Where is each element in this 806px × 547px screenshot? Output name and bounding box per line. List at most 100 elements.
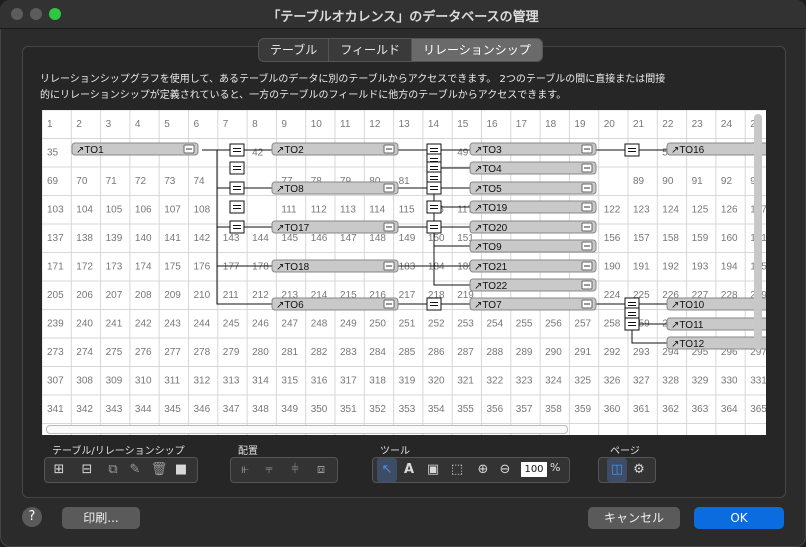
page-number: 42 (252, 148, 264, 159)
print-button[interactable]: 印刷... (62, 507, 140, 529)
page-number: 184 (428, 262, 445, 273)
page-number: 107 (164, 205, 181, 216)
page-number: 309 (106, 376, 123, 387)
page-number: 325 (574, 376, 591, 387)
page-number: 89 (633, 176, 645, 187)
page-number: 11 (340, 119, 351, 130)
page-number: 35 (47, 148, 59, 159)
page-number: 290 (545, 347, 562, 358)
page-number: 125 (692, 205, 709, 216)
page-number: 361 (633, 404, 650, 415)
table-occurrence-name: ↗TO4 (474, 164, 502, 175)
relationship-graph-canvas[interactable]: 1234567891011121314151617181920212223242… (42, 110, 766, 435)
edit-icon[interactable]: ✎ (125, 458, 145, 482)
pointer-tool-icon[interactable]: ↖ (377, 458, 397, 482)
tab-fields[interactable]: フィールド (329, 39, 413, 61)
page-number: 71 (106, 176, 118, 187)
ok-button[interactable]: OK (694, 507, 784, 529)
page-number: 81 (399, 176, 411, 187)
zoom-in-icon[interactable]: ⊕ (473, 458, 493, 482)
zoom-unit: % (550, 461, 561, 474)
help-button[interactable]: ? (22, 507, 42, 527)
relationship-connector (229, 161, 245, 175)
align-left-icon[interactable]: ⫦ (235, 458, 255, 482)
notes-tool-icon[interactable]: ▣ (423, 458, 443, 482)
select-table-icon[interactable]: ⬚ (447, 458, 467, 482)
description-line-1: リレーションシップグラフを使用して、あるテーブルのデータに別のテーブルからアクセ… (40, 74, 666, 85)
relationship-connector (426, 181, 442, 195)
page-number: 363 (692, 404, 709, 415)
page-number: 211 (223, 290, 239, 301)
page-number: 205 (47, 290, 64, 301)
table-occurrence-name: ↗TO6 (276, 300, 304, 311)
page-number: 90 (662, 176, 674, 187)
resize-icon[interactable]: ⧈ (311, 458, 331, 482)
page-number: 177 (223, 262, 240, 273)
page-number: 9 (281, 119, 287, 130)
page-number: 192 (662, 262, 679, 273)
page-number: 19 (574, 119, 586, 130)
page-number: 248 (311, 319, 328, 330)
page-number: 241 (106, 319, 123, 330)
relationship-connector (229, 181, 245, 195)
horizontal-scrollbar[interactable] (46, 425, 568, 434)
page-number: 171 (47, 262, 64, 273)
page-number: 175 (164, 262, 181, 273)
color-swatch-icon[interactable]: ■ (171, 458, 191, 482)
page-number: 323 (516, 376, 533, 387)
page-number: 148 (369, 233, 386, 244)
tab-bar: テーブル フィールド リレーションシップ (258, 38, 543, 62)
tab-tables[interactable]: テーブル (259, 39, 330, 61)
page-number: 364 (721, 404, 738, 415)
page-number: 256 (545, 319, 562, 330)
page-number: 352 (369, 404, 386, 415)
page-number: 280 (252, 347, 269, 358)
add-relationship-icon[interactable]: ⊟ (77, 458, 97, 482)
page-number: 10 (311, 119, 323, 130)
vertical-scrollbar[interactable] (754, 114, 762, 350)
page-number: 7 (223, 119, 229, 130)
page-number: 288 (487, 347, 504, 358)
page-number: 257 (574, 319, 591, 330)
add-table-icon[interactable]: ⊞ (49, 458, 69, 482)
relationship-connector (426, 297, 442, 311)
table-occurrence-name: ↗TO3 (474, 145, 502, 156)
page-number: 345 (164, 404, 181, 415)
page-number: 22 (662, 119, 674, 130)
text-tool-icon[interactable]: A (399, 458, 419, 482)
zoom-out-icon[interactable]: ⊖ (495, 458, 515, 482)
page-setup-icon[interactable]: ⚙ (629, 458, 649, 482)
page-number: 247 (281, 319, 298, 330)
page-number: 74 (194, 176, 206, 187)
page-number: 312 (194, 376, 211, 387)
distribute-icon[interactable]: ⫩ (285, 458, 305, 482)
page-number: 277 (164, 347, 181, 358)
page-number: 321 (457, 376, 474, 387)
page-number: 123 (633, 205, 650, 216)
page-number: 137 (47, 233, 64, 244)
cancel-button[interactable]: キャンセル (588, 507, 680, 529)
relationship-connector (624, 317, 640, 331)
align-top-icon[interactable]: ⫧ (259, 458, 279, 482)
page-number: 314 (252, 376, 269, 387)
table-occurrence-name: ↗TO17 (276, 223, 310, 234)
page-number: 149 (399, 233, 416, 244)
page-number: 343 (106, 404, 123, 415)
tab-relationships[interactable]: リレーションシップ (412, 39, 542, 61)
page-number: 278 (194, 347, 211, 358)
relationship-connector (426, 200, 442, 214)
page-number: 281 (281, 347, 298, 358)
page-breaks-icon[interactable]: ◫ (607, 458, 627, 482)
page-number: 362 (662, 404, 679, 415)
page-number: 92 (721, 176, 733, 187)
page-number: 6 (194, 119, 200, 130)
zoom-field[interactable]: 100 (521, 462, 547, 477)
page-number: 209 (164, 290, 181, 301)
delete-icon[interactable]: 🗑 (149, 458, 169, 482)
page-number: 147 (340, 233, 357, 244)
duplicate-icon[interactable]: ⧉ (103, 458, 123, 482)
page-number: 17 (516, 119, 528, 130)
relationship-graph[interactable]: 1234567891011121314151617181920212223242… (42, 110, 766, 435)
page-number: 287 (457, 347, 474, 358)
page-number: 193 (692, 262, 709, 273)
